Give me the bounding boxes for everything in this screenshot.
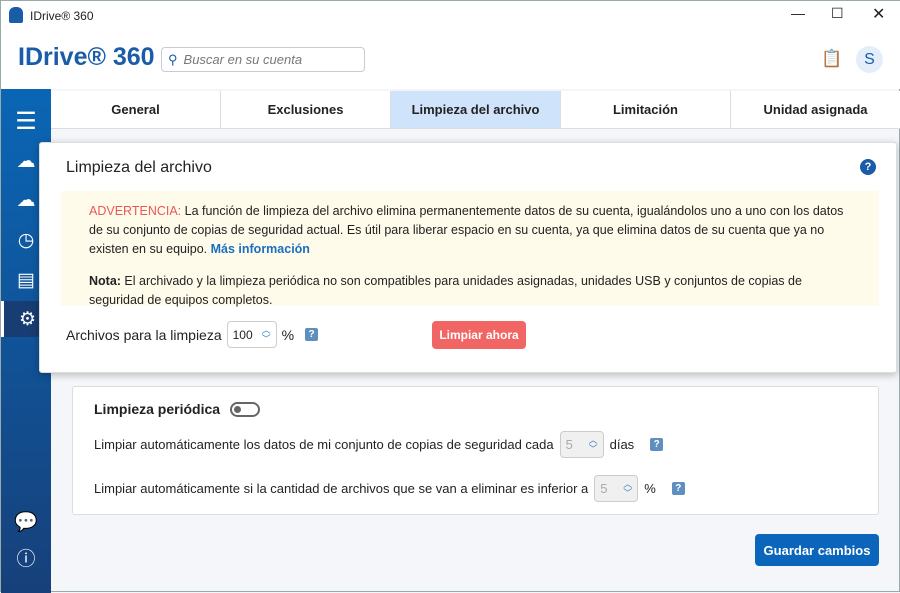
search-icon: ⚲: [168, 51, 178, 67]
row2-label: Limpiar automáticamente si la cantidad d…: [94, 481, 589, 496]
days-unit: días: [609, 437, 635, 452]
help-icon[interactable]: ?: [860, 159, 876, 175]
row1-label: Limpiar automáticamente los datos de mi …: [94, 437, 554, 452]
save-changes-button[interactable]: Guardar cambios: [755, 534, 879, 566]
tab-limitacion[interactable]: Limitación: [561, 91, 731, 128]
warning-label: ADVERTENCIA:: [89, 204, 182, 218]
warning-box: ADVERTENCIA: La función de limpieza del …: [61, 191, 879, 307]
tab-exclusiones[interactable]: Exclusiones: [221, 91, 391, 128]
help-icon[interactable]: ?: [650, 438, 664, 451]
window-title: IDrive® 360: [30, 9, 94, 23]
maximize-button[interactable]: ☐: [831, 5, 844, 22]
help-circle-icon[interactable]: ⓘ: [1, 539, 51, 575]
archive-cleanup-panel: Limpieza del archivo ? ADVERTENCIA: La f…: [39, 142, 897, 373]
help-icon[interactable]: ?: [671, 482, 685, 495]
files-stepper[interactable]: 100 ︿ ﹀: [226, 321, 277, 348]
percent-stepper[interactable]: 5 ︿ ﹀: [594, 475, 639, 502]
avatar[interactable]: S: [856, 46, 883, 73]
warning-text: La función de limpieza del archivo elimi…: [89, 204, 844, 256]
tab-general[interactable]: General: [51, 91, 221, 128]
tab-unidad-asignada[interactable]: Unidad asignada: [731, 91, 900, 128]
search-input[interactable]: ⚲ Buscar en su cuenta: [161, 47, 365, 72]
chat-icon[interactable]: 💬: [1, 504, 51, 540]
panel-title: Limpieza del archivo: [66, 159, 212, 176]
menu-icon[interactable]: ☰: [1, 103, 51, 139]
periodic-toggle[interactable]: [230, 401, 261, 417]
app-header: IDrive® 360 ⚲ Buscar en su cuenta 📋 S: [1, 31, 900, 89]
periodic-title: Limpieza periódica: [94, 401, 221, 417]
note-label: Nota:: [89, 274, 121, 288]
more-info-link[interactable]: Más información: [211, 242, 310, 256]
logo: IDrive® 360: [18, 43, 155, 71]
help-icon[interactable]: ?: [305, 328, 319, 341]
app-icon: [9, 7, 23, 23]
close-button[interactable]: ✕: [872, 4, 885, 24]
percent-unit: %: [281, 326, 295, 343]
minimize-button[interactable]: —: [791, 5, 805, 21]
files-label: Archivos para la limpieza: [66, 326, 222, 343]
title-bar: IDrive® 360 — ☐ ✕: [1, 1, 900, 31]
days-stepper[interactable]: 5 ︿ ﹀: [559, 431, 604, 458]
periodic-cleanup-card: Limpieza periódica Limpiar automáticamen…: [72, 386, 879, 515]
percent-unit: %: [644, 481, 656, 496]
note-text: El archivado y la limpieza periódica no …: [89, 274, 802, 307]
settings-tabs: General Exclusiones Limpieza del archivo…: [51, 91, 900, 129]
calendar-icon[interactable]: 📋: [821, 49, 842, 69]
tab-limpieza[interactable]: Limpieza del archivo: [391, 91, 561, 128]
clean-now-button[interactable]: Limpiar ahora: [432, 321, 526, 349]
